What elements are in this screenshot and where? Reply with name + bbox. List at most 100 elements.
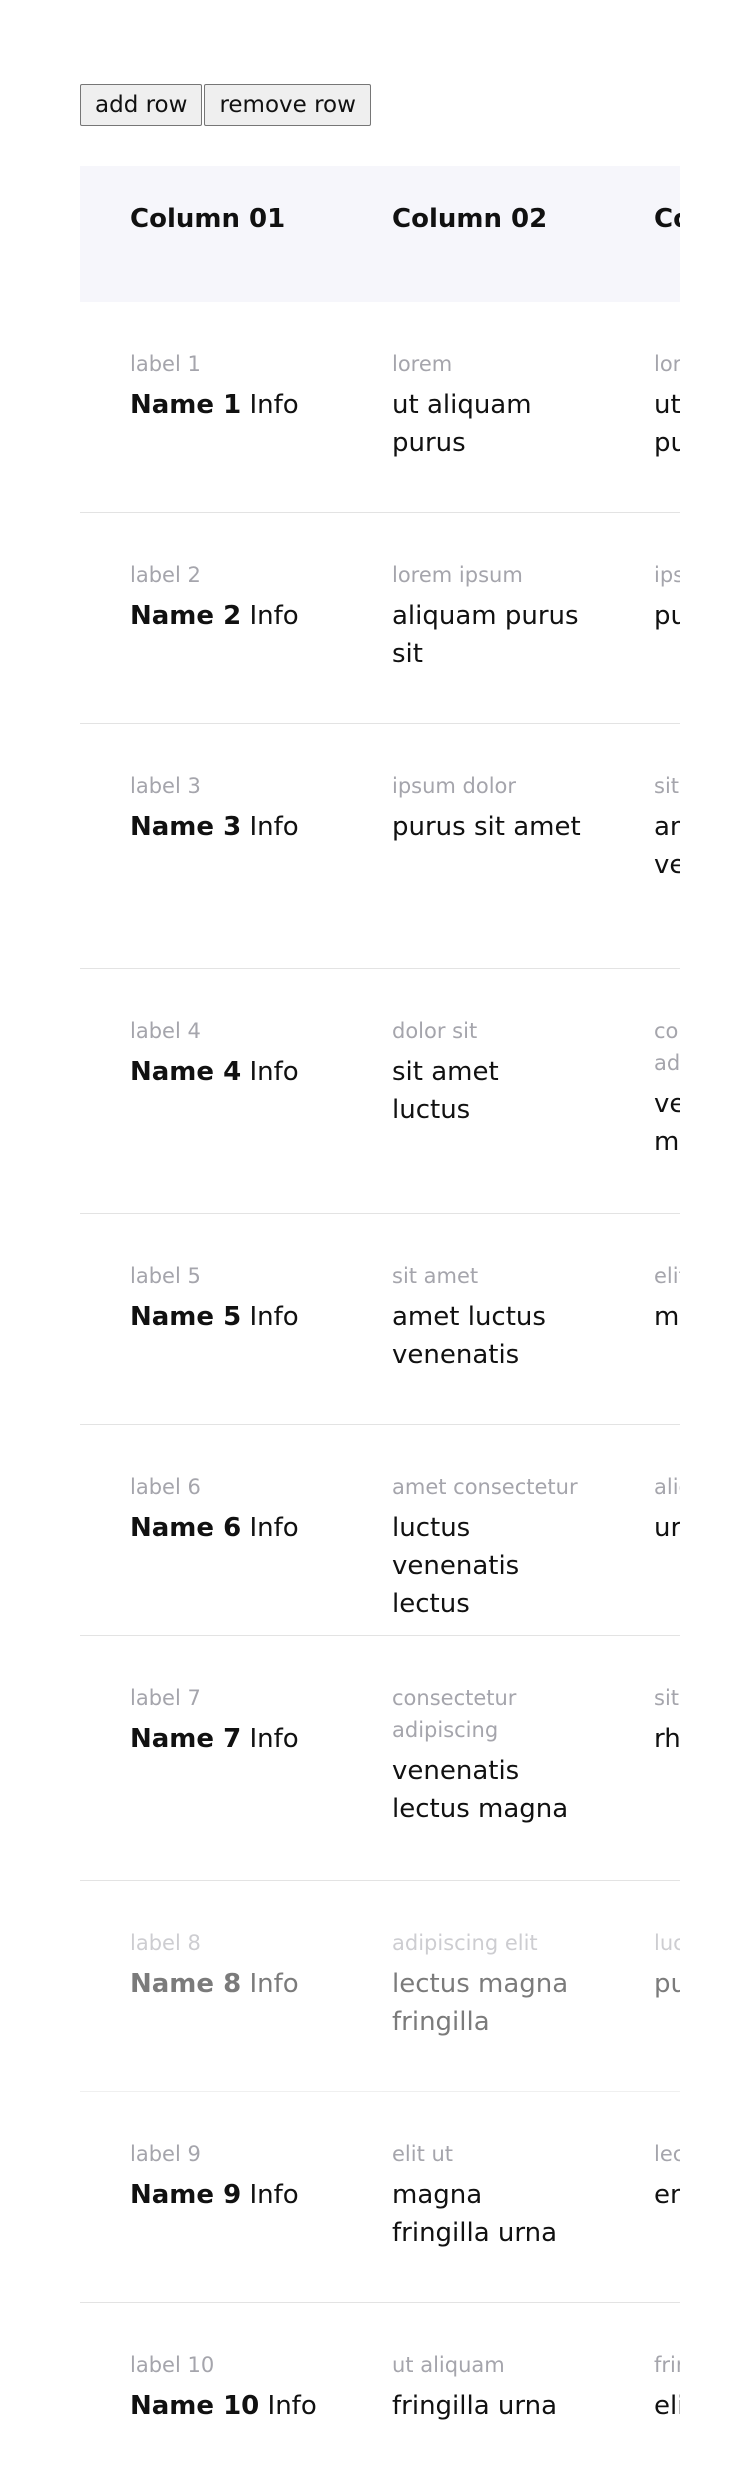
cell-value: enim elit: [654, 2180, 680, 2210]
column-header-02: Column 02: [392, 204, 548, 234]
cell-value: luctus venenatis lectus: [392, 1513, 520, 1619]
cell-value: purus: [654, 1969, 680, 1999]
row-label: label 5: [130, 1264, 201, 1288]
table-row: label 8 Name 8 Info adipiscing elit lectus …: [80, 1881, 680, 2092]
table-row: label 4 Name 4 Info dolor sit sit amet luct…: [80, 969, 680, 1214]
row-name-info: Name 4 Info: [130, 1053, 322, 1091]
cell-column-01: label 1 Name 1 Info: [80, 302, 342, 512]
row-name: Name 2: [130, 601, 242, 631]
cell-value: elit facilisis: [654, 2391, 680, 2421]
row-name-info: Name 3 Info: [130, 808, 322, 846]
cell-value: urna rhoncus: [654, 1513, 680, 1543]
cell-sub-label: amet consectetur: [392, 1475, 578, 1499]
row-label: label 1: [130, 352, 201, 376]
table-row: label 2 Name 2 Info lorem ipsum aliquam pur…: [80, 513, 680, 724]
cell-value: magna urna: [654, 1302, 680, 1332]
cell-column-02: consectetur adipiscing venenatis lectus m…: [342, 1636, 604, 1880]
row-name: Name 4: [130, 1057, 242, 1087]
cell-sub-label: lorem ipsum: [392, 563, 523, 587]
cell-value: venenatis magna: [654, 1089, 680, 1157]
data-table-scroll-container[interactable]: Column 01 Column 02 Column 03 label 1 Nam…: [80, 166, 680, 2426]
table-row: label 10 Name 10 Info ut aliquam fringilla …: [80, 2303, 680, 2426]
cell-column-02: lorem ipsum aliquam purus sit: [342, 513, 604, 723]
row-label: label 2: [130, 563, 201, 587]
cell-value: venenatis lectus magna: [392, 1756, 569, 1824]
cell-column-01: label 2 Name 2 Info: [80, 513, 342, 723]
cell-value: purus sit: [654, 601, 680, 631]
table-body: label 1 Name 1 Info lorem ut aliquam purus l…: [80, 302, 680, 2426]
row-info: Info: [249, 1724, 299, 1754]
cell-sub-label: lorem: [654, 352, 680, 376]
table-row: label 5 Name 5 Info sit amet amet luctus ve…: [80, 1214, 680, 1425]
row-info: Info: [249, 812, 299, 842]
cell-sub-label: dolor sit: [392, 1019, 478, 1043]
cell-sub-label: luctus: [654, 1931, 680, 1955]
cell-column-02: ut aliquam fringilla urna porttitor: [342, 2303, 604, 2426]
row-info: Info: [249, 601, 299, 631]
cell-column-03: fringilla elit facilisis: [604, 2303, 680, 2426]
table-header: Column 01 Column 02 Column 03: [80, 166, 680, 302]
cell-value: ut aliquam purus: [392, 390, 532, 458]
table-row: label 3 Name 3 Info ipsum dolor purus sit a…: [80, 724, 680, 969]
row-name: Name 8: [130, 1969, 242, 1999]
cell-sub-label: consectetur adipiscing: [392, 1686, 517, 1742]
cell-value: rhoncus purus: [654, 1724, 680, 1754]
cell-value: purus sit amet: [392, 812, 581, 842]
cell-column-01: label 8 Name 8 Info: [80, 1881, 342, 2091]
cell-column-03: lorem ut aliquam purus: [604, 302, 680, 512]
cell-sub-label: ut aliquam: [392, 2353, 505, 2377]
row-name-info: Name 5 Info: [130, 1298, 322, 1336]
cell-column-01: label 5 Name 5 Info: [80, 1214, 342, 1424]
cell-column-03: luctus purus: [604, 1881, 680, 2091]
row-name-info: Name 2 Info: [130, 597, 322, 635]
cell-sub-label: elit: [654, 1264, 680, 1288]
cell-value: magna fringilla urna: [392, 2180, 558, 2248]
cell-value: sit amet luctus: [392, 1057, 499, 1125]
row-name: Name 3: [130, 812, 242, 842]
row-name: Name 10: [130, 2391, 260, 2421]
cell-column-02: sit amet amet luctus venenatis: [342, 1214, 604, 1424]
row-name-info: Name 9 Info: [130, 2176, 322, 2214]
cell-column-02: lorem ut aliquam purus: [342, 302, 604, 512]
cell-sub-label: ipsum: [654, 563, 680, 587]
cell-sub-label: elit ut: [392, 2142, 454, 2166]
row-info: Info: [249, 1302, 299, 1332]
row-name: Name 1: [130, 390, 242, 420]
cell-column-01: label 9 Name 9 Info: [80, 2092, 342, 2302]
cell-column-03: aliquam urna rhoncus: [604, 1425, 680, 1635]
cell-column-01: label 4 Name 4 Info: [80, 969, 342, 1213]
cell-column-01: label 10 Name 10 Info: [80, 2303, 342, 2426]
row-label: label 10: [130, 2353, 215, 2377]
cell-sub-label: lorem: [392, 352, 453, 376]
cell-column-03: sit amet venenatis: [604, 724, 680, 968]
cell-column-03: sit rhoncus purus: [604, 1636, 680, 1880]
row-info: Info: [249, 1513, 299, 1543]
row-label: label 8: [130, 1931, 201, 1955]
cell-column-03: elit magna urna: [604, 1214, 680, 1424]
row-label: label 4: [130, 1019, 201, 1043]
cell-column-02: amet consectetur luctus venenatis lectus: [342, 1425, 604, 1635]
row-name: Name 7: [130, 1724, 242, 1754]
cell-column-01: label 7 Name 7 Info: [80, 1636, 342, 1880]
remove-row-button[interactable]: remove row: [204, 84, 371, 126]
cell-sub-label: sit: [654, 774, 680, 798]
cell-value: amet venenatis: [654, 812, 680, 880]
cell-column-02: dolor sit sit amet luctus: [342, 969, 604, 1213]
row-name-info: Name 1 Info: [130, 386, 322, 424]
cell-column-01: label 3 Name 3 Info: [80, 724, 342, 968]
cell-column-02: elit ut magna fringilla urna: [342, 2092, 604, 2302]
cell-value: ut aliquam purus: [654, 390, 680, 458]
row-label: label 9: [130, 2142, 201, 2166]
column-header-01: Column 01: [130, 204, 286, 234]
row-name: Name 5: [130, 1302, 242, 1332]
row-info: Info: [267, 2391, 317, 2421]
cell-sub-label: sit: [654, 1686, 680, 1710]
row-label: label 6: [130, 1475, 201, 1499]
cell-column-01: label 6 Name 6 Info: [80, 1425, 342, 1635]
table-row: label 7 Name 7 Info consectetur adipiscing…: [80, 1636, 680, 1881]
add-row-button[interactable]: add row: [80, 84, 203, 126]
cell-sub-label: consectetur adipiscing: [654, 1019, 680, 1075]
row-info: Info: [249, 1057, 299, 1087]
cell-column-02: adipiscing elit lectus magna fringilla: [342, 1881, 604, 2091]
cell-value: lectus magna fringilla: [392, 1969, 569, 2037]
